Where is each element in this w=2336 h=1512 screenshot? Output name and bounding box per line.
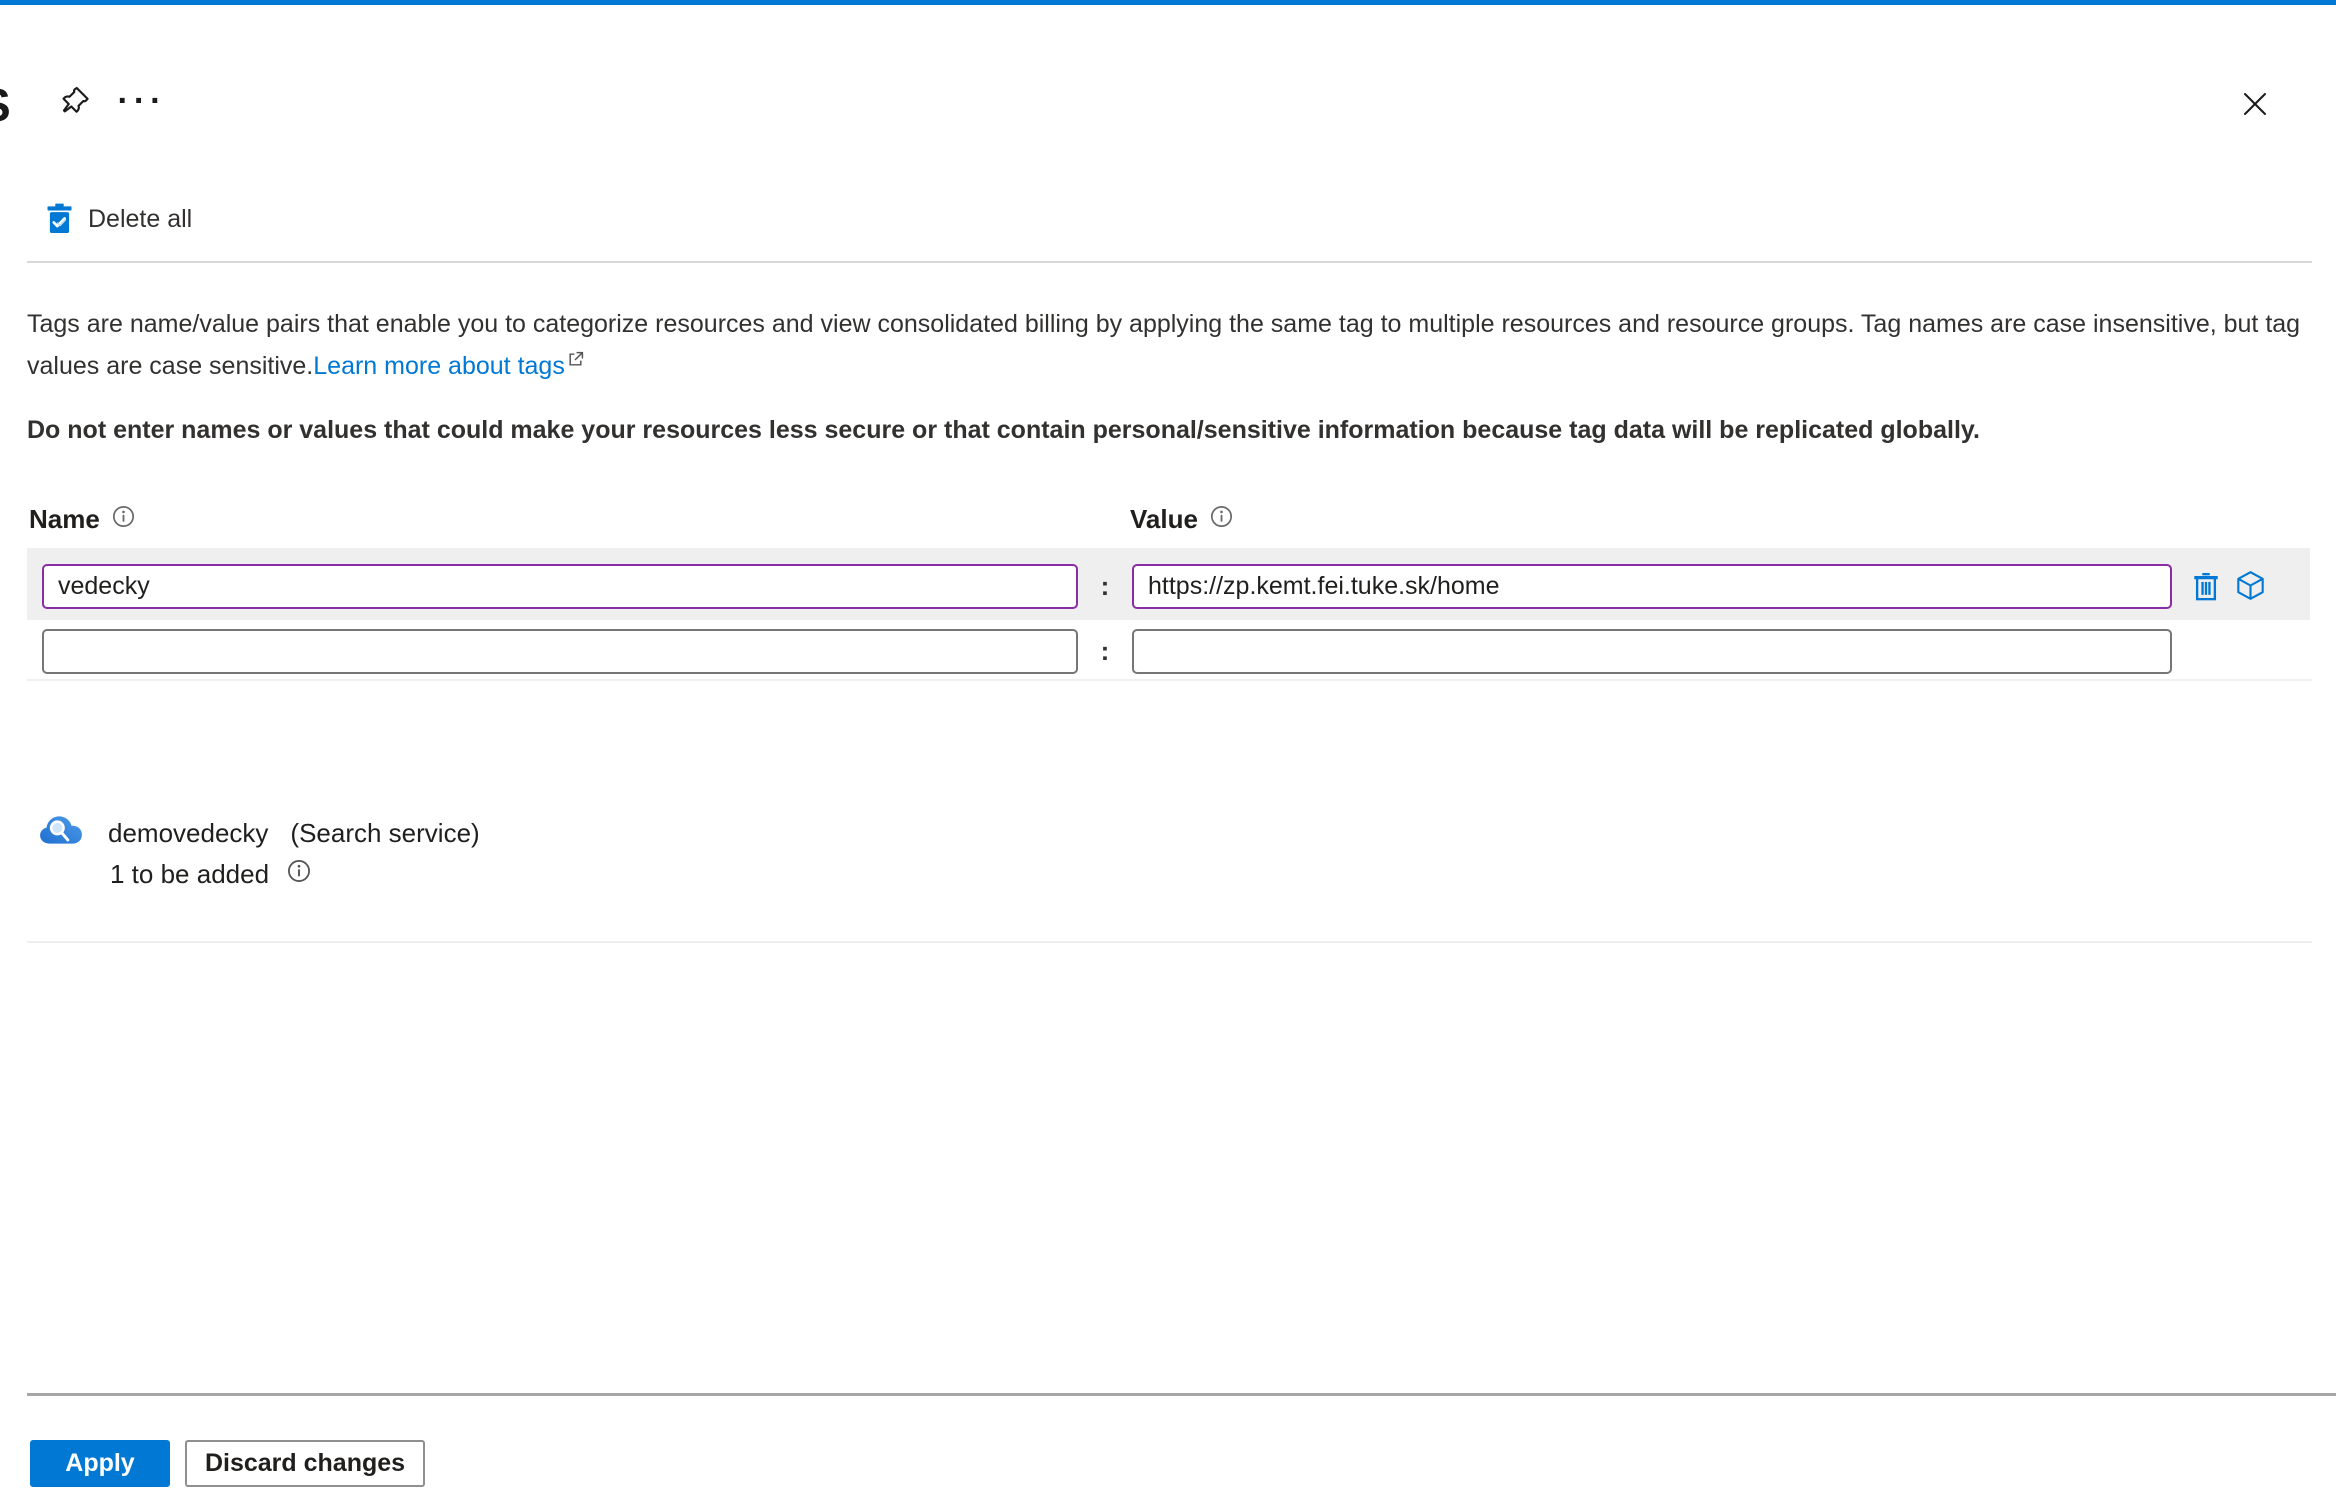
name-value-separator: : bbox=[1100, 571, 1110, 601]
footer-divider bbox=[27, 1393, 2336, 1396]
close-icon bbox=[2240, 89, 2270, 122]
status-info-icon[interactable] bbox=[287, 859, 311, 890]
resource-name: demovedecky bbox=[108, 818, 269, 848]
delete-all-label: Delete all bbox=[88, 205, 193, 233]
tags-description: Tags are name/value pairs that enable yo… bbox=[27, 306, 2319, 384]
pane-title-fragment: S bbox=[0, 78, 11, 132]
tags-warning-text: Do not enter names or values that could … bbox=[27, 416, 1980, 444]
delete-tag-button[interactable] bbox=[2190, 570, 2222, 604]
cube-icon bbox=[2235, 570, 2266, 604]
pin-icon bbox=[58, 85, 92, 122]
discard-changes-button[interactable]: Discard changes bbox=[185, 1440, 425, 1487]
name-value-separator: : bbox=[1100, 635, 1110, 666]
search-service-icon bbox=[38, 814, 84, 851]
external-link-icon bbox=[567, 342, 584, 378]
resource-divider bbox=[27, 941, 2312, 943]
toolbar-divider bbox=[27, 261, 2312, 263]
delete-all-icon bbox=[46, 203, 73, 236]
name-column-header: Name bbox=[29, 504, 135, 535]
pin-button[interactable] bbox=[56, 84, 94, 122]
close-button[interactable] bbox=[2238, 88, 2272, 122]
resource-status-text: 1 to be added bbox=[110, 859, 270, 889]
name-header-label: Name bbox=[29, 504, 100, 534]
delete-all-button[interactable]: Delete all bbox=[46, 203, 192, 236]
apply-button[interactable]: Apply bbox=[30, 1440, 170, 1487]
resource-type: (Search service) bbox=[290, 818, 480, 848]
tag-row: : bbox=[27, 620, 2310, 682]
resource-cube-button[interactable] bbox=[2234, 570, 2266, 604]
tag-value-input-empty[interactable] bbox=[1132, 628, 2172, 674]
rows-divider bbox=[27, 679, 2312, 681]
name-info-icon[interactable] bbox=[112, 504, 135, 535]
value-header-label: Value bbox=[1130, 504, 1198, 534]
value-column-header: Value bbox=[1130, 504, 1233, 535]
tag-row: : bbox=[27, 548, 2310, 625]
tag-name-input-empty[interactable] bbox=[42, 628, 1078, 674]
more-options-button[interactable]: ··· bbox=[118, 80, 166, 122]
portal-top-accent-bar bbox=[0, 0, 2336, 5]
more-options-icon: ··· bbox=[117, 81, 167, 120]
tag-name-input[interactable] bbox=[42, 564, 1078, 609]
learn-more-link[interactable]: Learn more about tags bbox=[313, 352, 565, 380]
trash-icon bbox=[2191, 569, 2221, 604]
tag-value-input[interactable] bbox=[1132, 564, 2172, 609]
resource-summary: demovedecky (Search service) 1 to be add… bbox=[38, 814, 480, 890]
value-info-icon[interactable] bbox=[1210, 504, 1233, 535]
